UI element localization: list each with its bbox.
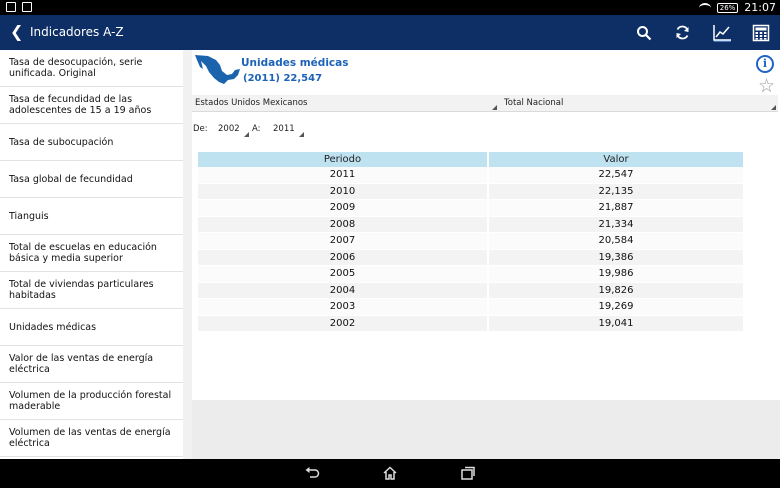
period-cell: 2003 [198, 299, 489, 316]
search-button[interactable] [624, 15, 663, 50]
wifi-icon [698, 2, 711, 13]
to-year-select[interactable]: 2011 [273, 124, 295, 134]
sidebar-item[interactable]: Tasa de subocupación [0, 124, 183, 161]
indicator-title: Unidades médicas [241, 57, 349, 69]
back-icon[interactable] [304, 465, 320, 481]
column-header-valor: Valor [489, 152, 745, 167]
sidebar-item-selected[interactable]: Unidades médicas [0, 309, 183, 346]
from-label: De: [193, 124, 208, 134]
value-cell: 19,826 [489, 282, 745, 299]
table-row: 2007 20,584 [198, 233, 745, 250]
table-row: 2011 22,547 [198, 167, 745, 184]
app-title: Indicadores A-Z [30, 25, 124, 39]
panel-divider [183, 50, 192, 459]
region-dropdown-caret-icon[interactable] [492, 105, 497, 110]
home-icon[interactable] [382, 465, 398, 481]
sidebar-item[interactable]: Total de escuelas en educación básica y … [0, 235, 183, 272]
values-table: Periodo Valor 2011 22,547 2010 22,135 2009… [198, 152, 745, 332]
value-cell: 19,986 [489, 266, 745, 283]
refresh-button[interactable] [663, 15, 702, 50]
sidebar-item[interactable]: Tianguis [0, 198, 183, 235]
scope-dropdown-caret-icon[interactable] [771, 105, 776, 110]
indicator-detail: Unidades médicas (2011) 22,547 i ☆ Estad… [192, 50, 780, 400]
sidebar-item[interactable]: Volumen de la producción forestal madera… [0, 383, 183, 420]
mexico-map-icon [195, 55, 240, 84]
value-cell: 21,887 [489, 200, 745, 217]
favorite-star-icon[interactable]: ☆ [758, 75, 775, 97]
table-view-button[interactable] [741, 15, 780, 50]
info-icon[interactable]: i [756, 55, 774, 73]
line-chart-icon [712, 24, 731, 41]
value-cell: 21,334 [489, 216, 745, 233]
table-row: 2004 19,826 [198, 282, 745, 299]
recent-apps-icon[interactable] [460, 465, 476, 481]
filter-bar: Estados Unidos Mexicanos Total Nacional [192, 95, 778, 112]
refresh-icon [676, 25, 689, 40]
battery-icon: 26% [716, 2, 739, 13]
to-label: A: [252, 124, 261, 134]
period-cell: 2006 [198, 249, 489, 266]
value-cell: 19,386 [489, 249, 745, 266]
gallery-notification-icon [6, 2, 16, 12]
content-footer-area [192, 400, 780, 459]
table-row: 2003 19,269 [198, 299, 745, 316]
table-row: 2009 21,887 [198, 200, 745, 217]
value-cell: 22,135 [489, 183, 745, 200]
status-bar: 26% 21:07 [0, 0, 780, 15]
from-dropdown-caret-icon[interactable] [244, 132, 249, 137]
period-cell: 2009 [198, 200, 489, 217]
indicator-latest-value: (2011) 22,547 [243, 73, 323, 84]
sidebar-item[interactable]: Tasa de fecundidad de las adolescentes d… [0, 87, 183, 124]
period-cell: 2008 [198, 216, 489, 233]
system-nav-bar [0, 459, 780, 488]
shopping-notification-icon [22, 2, 32, 12]
year-range: De: 2002 A: 2011 [192, 122, 492, 138]
column-header-periodo: Periodo [198, 152, 489, 167]
sidebar-item[interactable]: Volumen de las ventas de energía eléctri… [0, 420, 183, 457]
period-cell: 2011 [198, 167, 489, 184]
app-bar: ❮ Indicadores A-Z [0, 15, 780, 50]
table-row: 2002 19,041 [198, 315, 745, 332]
period-cell: 2010 [198, 183, 489, 200]
indicator-list: Tasa de desocupación, serie unificada. O… [0, 50, 183, 459]
table-row: 2006 19,386 [198, 249, 745, 266]
value-cell: 19,041 [489, 315, 745, 332]
value-cell: 19,269 [489, 299, 745, 316]
sidebar-item[interactable]: Valor de las ventas de energía eléctrica [0, 346, 183, 383]
value-cell: 22,547 [489, 167, 745, 184]
sidebar-item[interactable]: Total de viviendas particulares habitada… [0, 272, 183, 309]
table-row: 2008 21,334 [198, 216, 745, 233]
to-dropdown-caret-icon[interactable] [299, 132, 304, 137]
search-icon [636, 25, 651, 40]
region-select[interactable]: Estados Unidos Mexicanos [195, 98, 307, 108]
scope-select[interactable]: Total Nacional [504, 98, 563, 108]
table-row: 2005 19,986 [198, 266, 745, 283]
sidebar-item[interactable]: Tasa de desocupación, serie unificada. O… [0, 50, 183, 87]
table-row: 2010 22,135 [198, 183, 745, 200]
period-cell: 2002 [198, 315, 489, 332]
period-cell: 2007 [198, 233, 489, 250]
sidebar-item[interactable]: Tasa global de fecundidad [0, 161, 183, 198]
from-year-select[interactable]: 2002 [218, 124, 240, 134]
clock: 21:07 [744, 1, 776, 14]
period-cell: 2005 [198, 266, 489, 283]
value-cell: 20,584 [489, 233, 745, 250]
period-cell: 2004 [198, 282, 489, 299]
back-chevron-icon[interactable]: ❮ [10, 22, 23, 41]
chart-view-button[interactable] [702, 15, 741, 50]
calculator-table-icon [752, 24, 769, 41]
